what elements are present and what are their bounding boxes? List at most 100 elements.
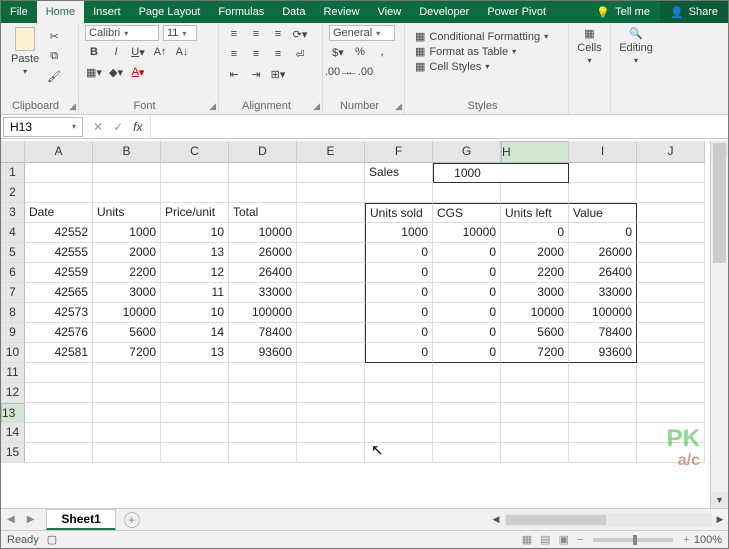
cell-G1[interactable]: 1000 (433, 163, 501, 183)
cell-I13[interactable] (569, 403, 637, 423)
cell-G15[interactable] (433, 443, 501, 463)
tab-data[interactable]: Data (273, 1, 314, 23)
add-sheet-button[interactable]: + (124, 512, 140, 528)
tell-me[interactable]: 💡 Tell me (586, 1, 660, 23)
cell-G6[interactable]: 0 (433, 263, 501, 283)
cell-B5[interactable]: 2000 (93, 243, 161, 263)
cell-B4[interactable]: 1000 (93, 223, 161, 243)
percent-button[interactable]: % (351, 43, 369, 61)
cell-B1[interactable] (93, 163, 161, 183)
row-header-8[interactable]: 8 (1, 303, 25, 323)
cell-F14[interactable] (365, 423, 433, 443)
cell-G5[interactable]: 0 (433, 243, 501, 263)
cell-G2[interactable] (433, 183, 501, 203)
tab-view[interactable]: View (369, 1, 411, 23)
cell-B11[interactable] (93, 363, 161, 383)
cell-F1[interactable]: Sales (365, 163, 433, 183)
vertical-scrollbar[interactable]: ▲ ▼ (710, 141, 728, 508)
cell-D14[interactable] (229, 423, 297, 443)
cell-C13[interactable] (161, 403, 229, 423)
cell-E14[interactable] (297, 423, 365, 443)
cell-C7[interactable]: 11 (161, 283, 229, 303)
cell-D9[interactable]: 78400 (229, 323, 297, 343)
cut-button[interactable]: ✂ (45, 27, 63, 45)
cell-B13[interactable] (93, 403, 161, 423)
tab-formulas[interactable]: Formulas (209, 1, 273, 23)
cell-G10[interactable]: 0 (433, 343, 501, 363)
row-header-14[interactable]: 14 (1, 423, 25, 443)
cell-E4[interactable] (297, 223, 365, 243)
cell-C5[interactable]: 13 (161, 243, 229, 263)
cell-A9[interactable]: 42576 (25, 323, 93, 343)
sheet-nav-prev[interactable]: ◀ (1, 514, 21, 525)
macro-record-icon[interactable]: ▢ (47, 533, 57, 546)
row-header-7[interactable]: 7 (1, 283, 25, 303)
cell-B15[interactable] (93, 443, 161, 463)
tab-developer[interactable]: Developer (410, 1, 478, 23)
view-normal-button[interactable]: ▦ (518, 533, 536, 546)
cell-H3[interactable]: Units left (501, 203, 569, 223)
cell-J12[interactable] (637, 383, 705, 403)
editing-button[interactable]: 🔍 Editing ▾ (617, 25, 655, 67)
fill-color-button[interactable]: ◆▾ (107, 63, 125, 81)
borders-button[interactable]: ▦▾ (85, 63, 103, 81)
cell-D12[interactable] (229, 383, 297, 403)
cell-E13[interactable] (297, 403, 365, 423)
cell-C2[interactable] (161, 183, 229, 203)
cell-A14[interactable] (25, 423, 93, 443)
enter-formula-button[interactable]: ✓ (113, 120, 123, 134)
cell-H11[interactable] (501, 363, 569, 383)
cell-F9[interactable]: 0 (365, 323, 433, 343)
cell-D4[interactable]: 10000 (229, 223, 297, 243)
cells-button[interactable]: ▦ Cells ▾ (575, 25, 604, 67)
cell-F12[interactable] (365, 383, 433, 403)
cell-I2[interactable] (569, 183, 637, 203)
font-name-select[interactable]: Calibri▾ (85, 25, 159, 41)
row-header-13[interactable]: 13 (1, 403, 25, 423)
cell-H4[interactable]: 0 (501, 223, 569, 243)
zoom-in-button[interactable]: + (679, 534, 693, 546)
cancel-formula-button[interactable]: ✕ (93, 120, 103, 134)
align-bottom-button[interactable]: ≡ (269, 25, 287, 43)
cell-J6[interactable] (637, 263, 705, 283)
view-pagelayout-button[interactable]: ▤ (536, 533, 554, 546)
cell-H6[interactable]: 2200 (501, 263, 569, 283)
align-center-button[interactable]: ≡ (247, 45, 265, 63)
zoom-slider[interactable] (593, 538, 673, 542)
cell-C8[interactable]: 10 (161, 303, 229, 323)
row-header-15[interactable]: 15 (1, 443, 25, 463)
hscroll-right[interactable]: ▶ (712, 514, 728, 525)
cell-H1[interactable] (501, 163, 569, 183)
copy-button[interactable]: ⧉ (45, 47, 63, 65)
clipboard-launcher[interactable]: ◢ (69, 101, 76, 112)
cell-J13[interactable] (637, 403, 705, 423)
vscroll-thumb[interactable] (713, 143, 726, 263)
row-header-11[interactable]: 11 (1, 363, 25, 383)
row-header-5[interactable]: 5 (1, 243, 25, 263)
cell-A10[interactable]: 42581 (25, 343, 93, 363)
cell-H14[interactable] (501, 423, 569, 443)
cell-B10[interactable]: 7200 (93, 343, 161, 363)
cell-B7[interactable]: 3000 (93, 283, 161, 303)
cell-C9[interactable]: 14 (161, 323, 229, 343)
cell-E12[interactable] (297, 383, 365, 403)
cell-I5[interactable]: 26000 (569, 243, 637, 263)
cell-I12[interactable] (569, 383, 637, 403)
row-header-3[interactable]: 3 (1, 203, 25, 223)
cell-I14[interactable] (569, 423, 637, 443)
hscroll-left[interactable]: ◀ (488, 514, 504, 525)
cell-F6[interactable]: 0 (365, 263, 433, 283)
zoom-level[interactable]: 100% (694, 534, 722, 546)
sheet-nav-next[interactable]: ▶ (21, 514, 41, 525)
cell-H13[interactable] (501, 403, 569, 423)
cell-C15[interactable] (161, 443, 229, 463)
cell-A12[interactable] (25, 383, 93, 403)
col-header-E[interactable]: E (297, 141, 365, 163)
decrease-decimal-button[interactable]: ←.00 (351, 63, 369, 81)
cell-G4[interactable]: 10000 (433, 223, 501, 243)
cell-C14[interactable] (161, 423, 229, 443)
cell-H8[interactable]: 10000 (501, 303, 569, 323)
share-button[interactable]: 👤 Share (660, 1, 728, 23)
row-header-10[interactable]: 10 (1, 343, 25, 363)
cell-I4[interactable]: 0 (569, 223, 637, 243)
